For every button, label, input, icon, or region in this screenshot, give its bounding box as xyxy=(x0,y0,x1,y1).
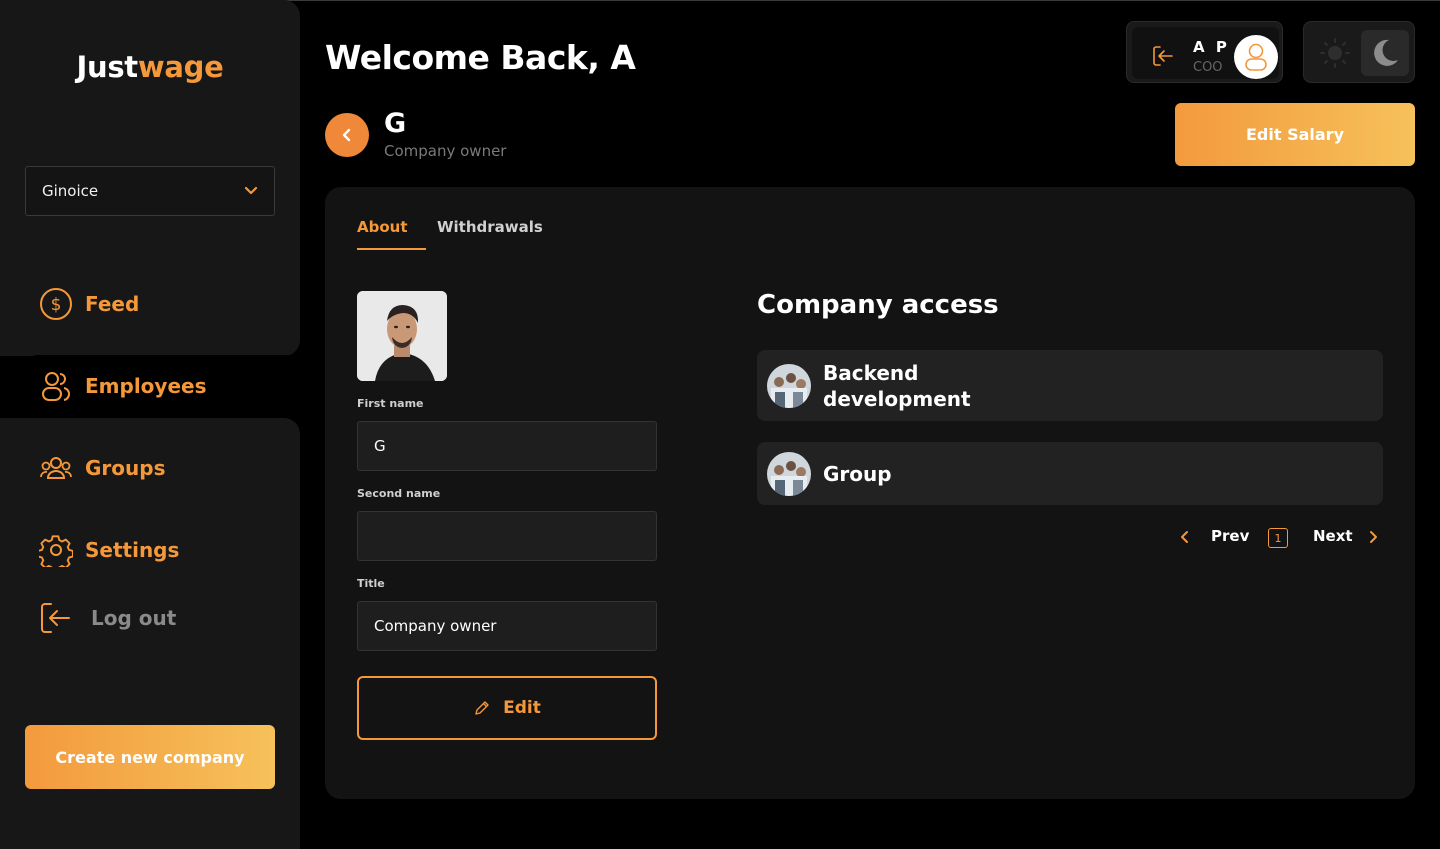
sidebar-item-label: Settings xyxy=(85,538,180,562)
theme-light-option[interactable] xyxy=(1312,30,1358,76)
title-field[interactable]: Company owner xyxy=(357,601,657,651)
chevron-left-icon[interactable] xyxy=(1178,529,1192,549)
sidebar-item-label: Feed xyxy=(85,292,140,316)
tab-withdrawals[interactable]: Withdrawals xyxy=(437,218,543,236)
title-label: Title xyxy=(357,577,385,590)
edit-button[interactable]: Edit xyxy=(357,676,657,740)
logout-icon xyxy=(39,601,73,635)
group-name: Backend development xyxy=(823,360,971,411)
pagination-current-page[interactable]: 1 xyxy=(1268,528,1288,548)
group-card-group[interactable]: Group xyxy=(757,442,1383,505)
first-name-label: First name xyxy=(357,397,424,410)
user-icon xyxy=(1245,43,1267,71)
sidebar-item-label: Groups xyxy=(85,456,166,480)
create-company-button[interactable]: Create new company xyxy=(25,725,275,789)
avatar[interactable] xyxy=(1234,35,1278,79)
second-name-field[interactable] xyxy=(357,511,657,561)
employee-name: G xyxy=(384,108,407,139)
back-button[interactable] xyxy=(325,113,369,157)
theme-dark-option[interactable] xyxy=(1361,30,1409,76)
pencil-icon xyxy=(475,701,489,715)
first-name-field[interactable]: G xyxy=(357,421,657,471)
sidebar-item-settings[interactable]: Settings xyxy=(25,519,300,581)
logo-text-just: Just xyxy=(76,50,139,84)
sidebar-item-logout[interactable]: Log out xyxy=(25,587,300,649)
sidebar-item-employees[interactable]: Employees xyxy=(25,355,300,417)
sidebar-item-label: Log out xyxy=(91,606,177,630)
edit-salary-button[interactable]: Edit Salary xyxy=(1175,103,1415,166)
gear-icon xyxy=(39,533,73,567)
page-title: Welcome Back, A xyxy=(325,38,636,77)
chevron-right-icon[interactable] xyxy=(1366,529,1380,549)
svg-text:$: $ xyxy=(51,295,62,315)
pagination-next[interactable]: Next xyxy=(1313,527,1353,545)
employee-title: Company owner xyxy=(384,142,507,160)
tab-about[interactable]: About xyxy=(357,218,408,236)
company-select-value: Ginoice xyxy=(42,182,99,200)
sun-icon xyxy=(1320,38,1350,68)
user-initials: A P xyxy=(1193,38,1230,56)
second-name-label: Second name xyxy=(357,487,441,500)
sidebar-item-groups[interactable]: Groups xyxy=(25,437,300,499)
logout-icon[interactable] xyxy=(1152,45,1174,71)
app-logo[interactable]: Justwage xyxy=(0,50,300,84)
sidebar-item-label: Employees xyxy=(85,374,207,398)
user-role: COO xyxy=(1193,60,1223,75)
chevron-down-icon xyxy=(244,186,258,195)
group-icon xyxy=(39,451,73,485)
moon-icon xyxy=(1374,39,1398,66)
dollar-circle-icon: $ xyxy=(39,287,73,321)
company-access-heading: Company access xyxy=(757,290,999,320)
users-icon xyxy=(39,369,73,403)
sidebar-item-feed[interactable]: $ Feed xyxy=(25,273,300,335)
theme-toggle xyxy=(1303,21,1415,83)
user-card-inner: A P COO xyxy=(1132,27,1279,79)
group-avatar xyxy=(767,363,811,408)
group-avatar xyxy=(767,451,811,496)
company-select[interactable]: Ginoice xyxy=(25,166,275,216)
active-tab-indicator xyxy=(357,248,426,250)
user-card: A P COO xyxy=(1126,21,1283,83)
edit-button-label: Edit xyxy=(503,698,541,718)
pagination-prev[interactable]: Prev xyxy=(1211,527,1249,545)
group-card-backend-development[interactable]: Backend development xyxy=(757,350,1383,421)
chevron-left-icon xyxy=(342,128,351,142)
employee-photo xyxy=(357,291,447,381)
group-name: Group xyxy=(823,461,892,486)
logo-text-wage: wage xyxy=(137,50,224,84)
